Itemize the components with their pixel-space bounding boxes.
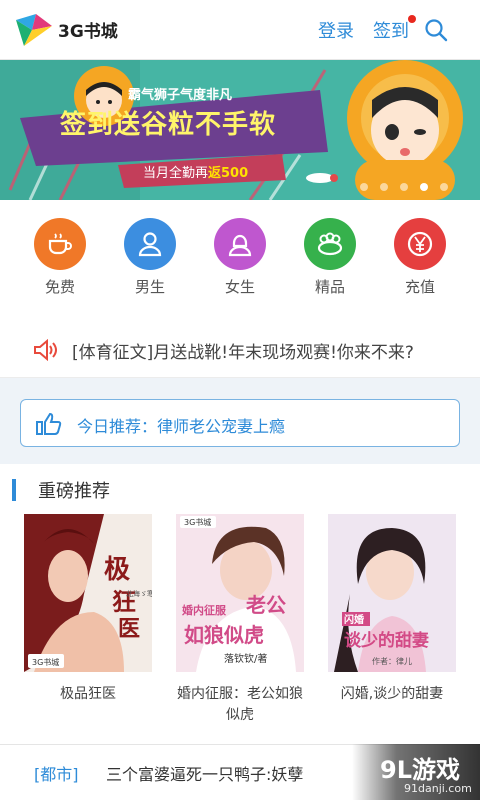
- promo-banner[interactable]: 霸气狮子气度非凡 签到送谷粒不手软 当月全勤再返500: [0, 60, 480, 200]
- category-female[interactable]: 女生: [210, 218, 270, 298]
- book-title[interactable]: 婚内征服：老公如狼似虎: [176, 684, 304, 726]
- female-user-icon: [214, 218, 266, 270]
- slide-dot[interactable]: [400, 183, 408, 191]
- cover-badge-text: 3G书城: [184, 517, 211, 527]
- category-free[interactable]: 免费: [30, 218, 90, 298]
- site-watermark: 9L游戏 91danji.com: [352, 744, 480, 800]
- book-title[interactable]: 极品狂医: [24, 684, 152, 705]
- brand-name: 3G书城: [58, 22, 118, 42]
- book-cover-image[interactable]: 3G书城 婚内征服 老公 如狼似虎 落钦钦/著: [176, 514, 304, 672]
- category-premium[interactable]: 精品: [300, 218, 360, 298]
- today-recommend-section: 今日推荐：律师老公宠妻上瘾: [0, 378, 480, 464]
- svg-text:医: 医: [118, 617, 140, 642]
- cover-author-text: 作者：律儿: [372, 656, 412, 666]
- notification-dot: [408, 15, 416, 23]
- featured-section-header: 重磅推荐: [0, 464, 480, 512]
- banner-title: 签到送谷粒不手软: [60, 110, 277, 140]
- watermark-logo: 9L游戏: [380, 756, 460, 784]
- slide-indicator: [360, 183, 460, 191]
- category-label: 免费: [44, 278, 75, 296]
- category-label: 充值: [404, 278, 435, 296]
- banner-subtitle: 霸气狮子气度非凡: [128, 88, 233, 103]
- slide-dot[interactable]: [440, 183, 448, 191]
- svg-text:如狼似虎: 如狼似虎: [184, 623, 264, 647]
- banner-footer-highlight: 返500: [208, 166, 249, 181]
- svg-text:极: 极: [104, 555, 131, 585]
- search-icon[interactable]: [424, 18, 448, 42]
- book-cover-image[interactable]: 3G书城 极 狂 医 北海ゞ寒: [24, 514, 152, 672]
- slide-dot[interactable]: [380, 183, 388, 191]
- male-user-icon: [124, 218, 176, 270]
- category-male[interactable]: 男生: [120, 218, 180, 298]
- cover-author-text: 落钦钦/著: [224, 652, 267, 665]
- svg-text:老公: 老公: [246, 593, 286, 617]
- svg-text:婚内征服: 婚内征服: [182, 603, 227, 617]
- category-nav: 免费 男生 女生 精品 充值: [0, 200, 480, 312]
- book-card[interactable]: 闪婚 谈少的甜妻 作者：律儿 闪婚,谈少的甜妻: [328, 514, 456, 724]
- watermark-url: 91danji.com: [404, 782, 472, 795]
- crown-icon: [304, 218, 356, 270]
- list-item-title[interactable]: 三个富婆逼死一只鸭子:妖孽: [106, 761, 303, 785]
- thumbs-up-icon: [36, 412, 62, 436]
- category-label: 精品: [314, 278, 345, 296]
- app-header: 3G书城 登录 签到: [0, 0, 480, 60]
- category-label: 男生: [134, 278, 165, 296]
- genre-tag[interactable]: [都市]: [34, 761, 79, 785]
- book-cover-image[interactable]: 闪婚 谈少的甜妻 作者：律儿: [328, 514, 456, 672]
- slide-dot[interactable]: [360, 183, 368, 191]
- announcement-bar[interactable]: [体育征文]月送战靴!年末现场观赛!你来不来?: [0, 312, 480, 378]
- section-title: 重磅推荐: [38, 481, 110, 502]
- speaker-icon: [33, 338, 59, 362]
- announcement-text[interactable]: [体育征文]月送战靴!年末现场观赛!你来不来?: [72, 338, 414, 363]
- banner-footer: 当月全勤再返500: [143, 162, 248, 181]
- slide-dot-active[interactable]: [420, 183, 428, 191]
- today-recommend-text[interactable]: 今日推荐：律师老公宠妻上瘾: [77, 413, 285, 437]
- today-recommend-card[interactable]: 今日推荐：律师老公宠妻上瘾: [20, 399, 460, 447]
- section-accent-bar: [12, 479, 16, 501]
- signin-link[interactable]: 签到: [373, 17, 409, 43]
- banner-footer-prefix: 当月全勤再: [143, 166, 209, 181]
- svg-text:谈少的甜妻: 谈少的甜妻: [344, 630, 429, 651]
- svg-text:闪婚: 闪婚: [344, 613, 364, 626]
- login-link[interactable]: 登录: [318, 17, 354, 43]
- category-label: 女生: [224, 278, 255, 296]
- cover-badge-text: 3G书城: [32, 657, 59, 667]
- category-recharge[interactable]: 充值: [390, 218, 450, 298]
- book-card[interactable]: 3G书城 婚内征服 老公 如狼似虎 落钦钦/著 婚内征服：老公如狼似虎: [176, 514, 304, 724]
- yuan-coin-icon: [394, 218, 446, 270]
- cover-author-text: 北海ゞ寒: [126, 589, 152, 598]
- coffee-cup-icon: [34, 218, 86, 270]
- app-logo-icon[interactable]: [14, 12, 54, 48]
- book-title[interactable]: 闪婚,谈少的甜妻: [328, 684, 456, 705]
- book-card[interactable]: 3G书城 极 狂 医 北海ゞ寒 极品狂医: [24, 514, 152, 724]
